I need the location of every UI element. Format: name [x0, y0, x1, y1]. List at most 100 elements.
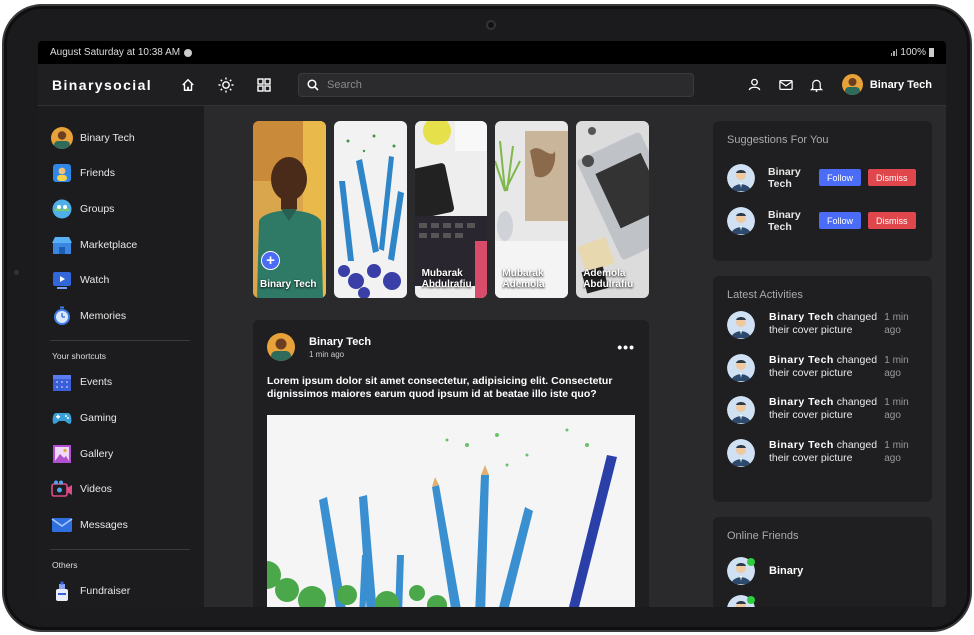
memories-icon: [51, 305, 73, 327]
story-card[interactable]: Mubarak Abdulrafiu: [414, 121, 488, 298]
activity-time: 1 min ago: [884, 397, 909, 421]
sidebar-item-fundraiser[interactable]: Fundraiser: [38, 574, 204, 607]
news-feed: + Binary Tech Mubarak Abdulrafiu Mubarak…: [253, 121, 649, 607]
tablet-frame: August Saturday at 10:38 AM 100% Binarys…: [2, 4, 972, 632]
activity-item[interactable]: Binary Tech changed their cover picture …: [727, 396, 918, 439]
groups-icon: [51, 198, 73, 220]
sidebar-item-events[interactable]: Events: [38, 365, 204, 401]
avatar[interactable]: [267, 333, 295, 361]
story-card[interactable]: Mubarak Ademola: [495, 121, 569, 298]
signal-icon: [890, 49, 898, 56]
fundraiser-icon: [51, 580, 73, 602]
online-status-dot: [747, 596, 755, 604]
activity-item[interactable]: Binary Tech changed their cover picture …: [727, 311, 918, 354]
add-story-plus-icon[interactable]: +: [261, 251, 280, 270]
post-author-name[interactable]: Binary Tech: [309, 336, 371, 348]
avatar[interactable]: [727, 163, 755, 192]
theme-toggle-sun-icon[interactable]: [212, 71, 240, 99]
story-author: Binary Tech: [260, 279, 317, 290]
sidebar-item-label: Memories: [80, 309, 127, 322]
apps-grid-icon[interactable]: [250, 71, 278, 99]
app-logo[interactable]: Binarysocial: [52, 77, 164, 93]
story-photo-portrait: [253, 121, 326, 298]
search-input[interactable]: [327, 78, 667, 91]
post-image[interactable]: [267, 415, 635, 607]
notification-icon: [184, 48, 193, 57]
activity-text: Binary Tech changed their cover picture: [769, 354, 884, 380]
activity-user: Binary Tech: [769, 438, 834, 451]
sidebar-item-gaming[interactable]: Gaming: [38, 400, 204, 436]
events-icon: [51, 371, 73, 393]
left-sidebar: Binary Tech Friends Groups Marketplace W…: [38, 106, 204, 607]
story-card[interactable]: [333, 121, 407, 298]
top-navigation: Binarysocial Search Binary Tech: [38, 64, 946, 106]
activity-user: Binary Tech: [769, 396, 834, 408]
sidebar-item-label: Fundraiser: [80, 585, 131, 598]
shortcuts-heading: Your shortcuts: [52, 350, 107, 361]
story-author: Mubarak Ademola: [502, 268, 545, 290]
avatar: [727, 438, 755, 467]
sidebar-item-marketplace[interactable]: Marketplace: [38, 227, 204, 263]
follow-button[interactable]: Follow: [819, 169, 862, 186]
post-photo-pencils: [267, 415, 635, 607]
online-friend-item[interactable]: Binary: [727, 552, 918, 590]
sidebar-item-profile[interactable]: Binary Tech: [38, 120, 204, 156]
online-friends-title: Online Friends: [727, 530, 799, 542]
avatar: [727, 353, 755, 382]
story-card[interactable]: + Binary Tech: [253, 121, 326, 298]
sidebar-divider: [50, 339, 190, 341]
sidebar-item-label: Marketplace: [80, 238, 138, 251]
side-sensor: [14, 270, 19, 275]
sidebar-item-label: Watch: [80, 274, 110, 287]
story-author: Ademola Abdulrafiu: [583, 268, 634, 290]
search-bar[interactable]: [298, 72, 694, 97]
follow-button[interactable]: Follow: [819, 212, 862, 229]
activity-text: Binary Tech changed their cover picture: [769, 311, 884, 337]
dismiss-button[interactable]: Dismiss: [868, 212, 916, 229]
activities-card: Latest Activities Binary Tech changed th…: [713, 276, 932, 502]
online-friend-name: Binary: [769, 565, 804, 577]
screen: August Saturday at 10:38 AM 100% Binarys…: [38, 41, 946, 607]
gallery-icon: [51, 443, 73, 465]
sidebar-item-friends[interactable]: Friends: [38, 156, 204, 192]
activity-time: 1 min ago: [884, 439, 909, 464]
sidebar-item-label: Events: [80, 376, 113, 389]
sidebar-item-groups[interactable]: Groups: [38, 191, 204, 227]
online-friend-item[interactable]: [727, 590, 918, 607]
notifications-bell-icon[interactable]: [806, 74, 828, 96]
activity-item[interactable]: Binary Tech changed their cover picture …: [727, 353, 918, 397]
activity-time: 1 min ago: [884, 312, 909, 336]
sidebar-item-label: Friends: [80, 167, 116, 180]
activity-text: Binary Tech changed their cover picture: [769, 439, 884, 465]
more-options-icon[interactable]: •••: [617, 339, 635, 355]
sidebar-item-messages[interactable]: Messages: [38, 507, 204, 543]
friends-icon: [51, 162, 73, 184]
sidebar-item-label: Videos: [80, 483, 112, 496]
status-bar: August Saturday at 10:38 AM 100%: [38, 41, 946, 64]
avatar[interactable]: [727, 206, 755, 235]
current-user-menu[interactable]: Binary Tech: [841, 74, 932, 95]
marketplace-icon: [51, 234, 73, 256]
activity-item[interactable]: Binary Tech changed their cover picture …: [727, 438, 918, 482]
post-text: Lorem ipsum dolor sit amet consectetur, …: [267, 375, 613, 400]
sidebar-item-videos[interactable]: Videos: [38, 471, 204, 507]
home-icon[interactable]: [174, 71, 202, 99]
status-time: August Saturday at 10:38 AM: [50, 47, 181, 58]
current-user-name: Binary Tech: [869, 78, 932, 91]
activities-title: Latest Activities: [727, 289, 803, 301]
story-card[interactable]: Ademola Abdulrafiu: [576, 121, 649, 298]
sidebar-item-label: Groups: [80, 202, 115, 215]
mail-icon[interactable]: [775, 74, 797, 96]
avatar: [841, 74, 863, 95]
dismiss-button[interactable]: Dismiss: [868, 169, 916, 186]
stories-row: + Binary Tech Mubarak Abdulrafiu Mubarak…: [253, 121, 649, 298]
sidebar-item-gallery[interactable]: Gallery: [38, 436, 204, 472]
sidebar-item-memories[interactable]: Memories: [38, 298, 204, 334]
profile-icon[interactable]: [744, 74, 766, 96]
gaming-icon: [51, 407, 73, 429]
right-sidebar: Suggestions For You Binary Tech Follow D…: [713, 121, 932, 607]
suggestions-card: Suggestions For You Binary Tech Follow D…: [713, 121, 932, 261]
sidebar-item-watch[interactable]: Watch: [38, 262, 204, 298]
suggestion-item: Binary Tech Follow Dismiss: [727, 199, 918, 242]
sidebar-item-label: Binary Tech: [80, 131, 135, 144]
